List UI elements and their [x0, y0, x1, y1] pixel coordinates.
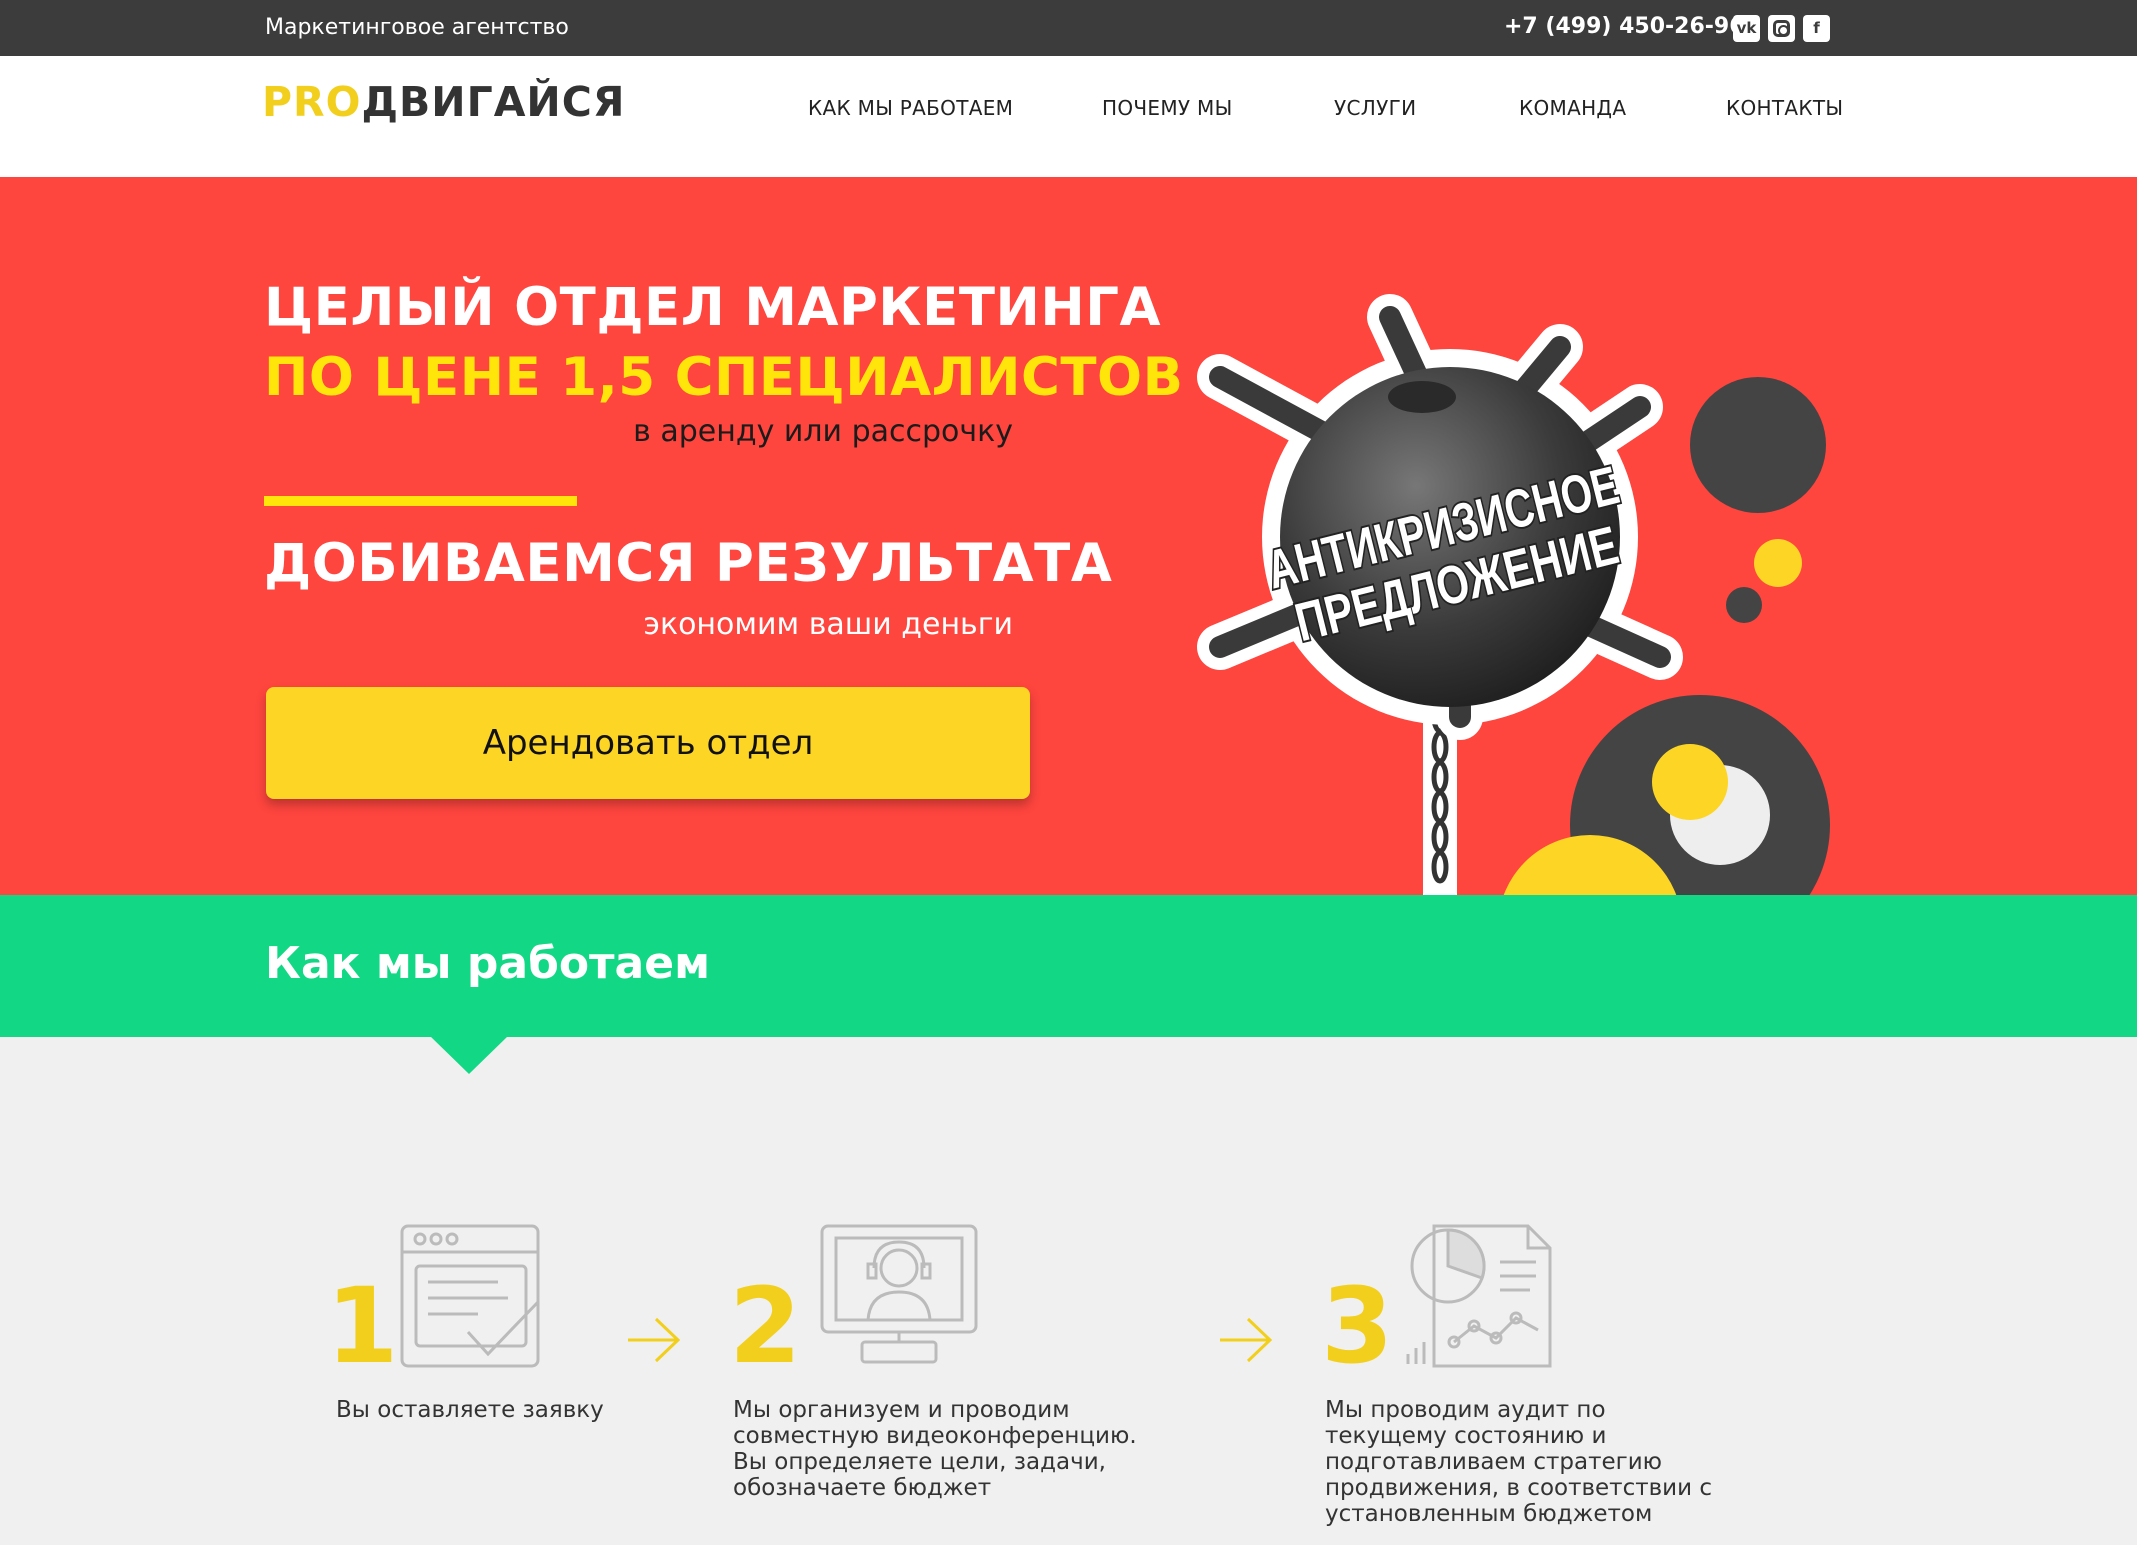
nav-team[interactable]: КОМАНДА — [1519, 96, 1626, 120]
site-header: PROДВИГАЙСЯ КАК МЫ РАБОТАЕМ ПОЧЕМУ МЫ УС… — [0, 56, 2137, 177]
step-number-1: 1 — [326, 1265, 399, 1387]
arrow-right-icon — [1220, 1317, 1273, 1363]
section-title: Как мы работаем — [265, 938, 711, 989]
logo-rest: ДВИГАЙСЯ — [361, 78, 626, 126]
decor-circle-yellow-small — [1754, 539, 1802, 587]
video-conference-icon — [820, 1224, 978, 1364]
logo-pro: PRO — [262, 78, 362, 126]
report-chart-icon — [1406, 1224, 1552, 1368]
hero-divider — [264, 496, 577, 506]
nav-services[interactable]: УСЛУГИ — [1334, 96, 1416, 120]
nav-how-we-work[interactable]: КАК МЫ РАБОТАЕМ — [808, 96, 1013, 120]
instagram-icon[interactable] — [1768, 15, 1795, 42]
phone-number[interactable]: +7 (499) 450-26-96 — [1504, 14, 1745, 39]
decor-circle-yellow-mid — [1652, 744, 1728, 820]
nav-why-us[interactable]: ПОЧЕМУ МЫ — [1102, 96, 1233, 120]
form-check-icon — [400, 1224, 540, 1368]
site-logo[interactable]: PROДВИГАЙСЯ — [262, 78, 625, 126]
rent-department-button[interactable]: Арендовать отдел — [266, 687, 1030, 799]
hero-headline-1: ЦЕЛЫЙ ОТДЕЛ МАРКЕТИНГА — [264, 277, 1161, 338]
vk-icon[interactable]: vk — [1733, 15, 1760, 42]
hero-subline-2: экономим ваши деньги — [643, 607, 1013, 642]
step-number-3: 3 — [1321, 1265, 1394, 1387]
facebook-icon[interactable]: f — [1803, 15, 1830, 42]
hero-subline-1: в аренду или рассрочку — [633, 414, 1013, 449]
step-text-3: Мы проводим аудит по текущему состоянию … — [1325, 1397, 1713, 1527]
hero-section: ЦЕЛЫЙ ОТДЕЛ МАРКЕТИНГА ПО ЦЕНЕ 1,5 СПЕЦИ… — [0, 177, 2137, 895]
decor-circle-dark — [1690, 377, 1826, 513]
hero-headline-2: ПО ЦЕНЕ 1,5 СПЕЦИАЛИСТОВ — [264, 347, 1184, 408]
hero-headline-3: ДОБИВАЕМСЯ РЕЗУЛЬТАТА — [264, 533, 1113, 594]
anticrisis-mine-illustration: АНТИКРИЗИСНОЕ ПРЕДЛОЖЕНИЕ — [1197, 294, 1830, 895]
arrow-right-icon — [628, 1317, 681, 1363]
step-text-1: Вы оставляете заявку — [336, 1397, 604, 1423]
nav-contacts[interactable]: КОНТАКТЫ — [1726, 96, 1843, 120]
band-notch — [430, 1036, 508, 1074]
step-text-2: Мы организуем и проводим совместную виде… — [733, 1397, 1137, 1501]
decor-circle-dark-small — [1726, 587, 1762, 623]
agency-tagline: Маркетинговое агентство — [265, 15, 569, 40]
mine-cap — [1388, 381, 1456, 413]
step-number-2: 2 — [729, 1265, 802, 1387]
how-we-work-band: Как мы работаем — [0, 895, 2137, 1037]
top-bar: Маркетинговое агентство +7 (499) 450-26-… — [0, 0, 2137, 56]
